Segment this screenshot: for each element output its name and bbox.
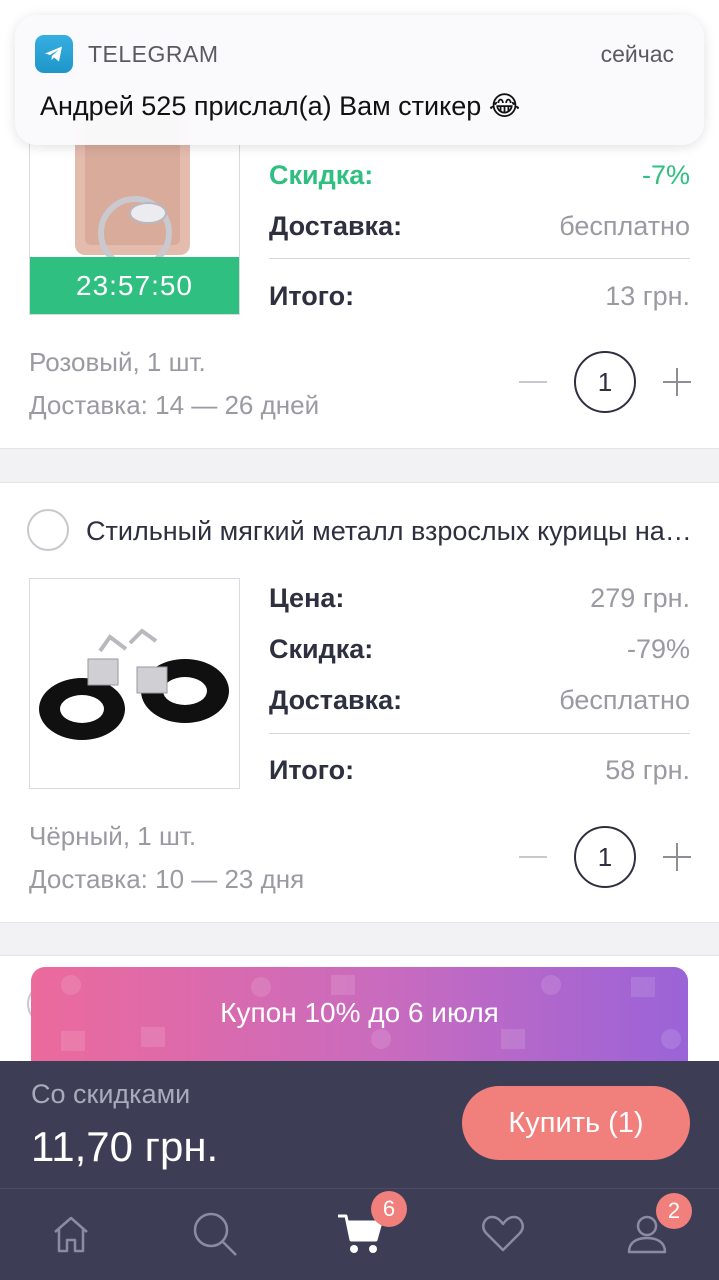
discount-row: Скидка: -7% (269, 157, 690, 193)
decrease-button[interactable] (519, 381, 547, 383)
price-value: 279 грн. (590, 582, 690, 613)
quantity-value[interactable]: 1 (574, 351, 636, 413)
telegram-icon (35, 35, 73, 73)
delivery-label: Доставка: (269, 210, 403, 241)
variant-text: Розовый, 1 шт. (29, 347, 206, 377)
divider (269, 733, 690, 734)
tab-search[interactable] (190, 1209, 240, 1259)
tab-favorites[interactable] (478, 1209, 528, 1259)
discount-value: -7% (641, 159, 690, 190)
checkout-bar: Со скидками 11,70 грн. Купить (1) (0, 1061, 719, 1188)
discount-label: Скидка: (269, 633, 374, 664)
shipping-time: Доставка: 14 — 26 дней (29, 390, 320, 420)
buy-button[interactable]: Купить (1) (462, 1086, 690, 1160)
increase-button[interactable] (663, 843, 691, 871)
discount-row: Скидка: -79% (269, 631, 690, 667)
product-title[interactable]: Стильный мягкий металл взрослых курицы н… (86, 516, 696, 547)
cart-item: Стильный мягкий металл взрослых курицы н… (0, 482, 719, 923)
profile-badge: 2 (656, 1193, 692, 1229)
divider (269, 258, 690, 259)
notification-message: Андрей 525 прислал(а) Вам стикер 😂 (40, 91, 521, 121)
handcuffs-image (39, 628, 229, 740)
discount-label: Со скидками (31, 1079, 191, 1109)
countdown-timer: 23:57:50 (30, 257, 239, 314)
quantity-stepper: 1 (519, 351, 691, 413)
delivery-row: Доставка: бесплатно (269, 208, 690, 244)
total-value: 58 грн. (605, 754, 690, 785)
tab-cart[interactable]: 6 (335, 1191, 407, 1259)
quantity-value[interactable]: 1 (574, 826, 636, 888)
tab-profile[interactable]: 2 (622, 1193, 692, 1259)
quantity-stepper: 1 (519, 826, 691, 888)
delivery-value: бесплатно (559, 684, 690, 715)
tab-bar: 6 2 (0, 1188, 719, 1280)
delivery-value: бесплатно (559, 210, 690, 241)
cart-badge: 6 (371, 1191, 407, 1227)
coupon-text: Купон 10% до 6 июля (220, 997, 499, 1028)
total-label: Итого: (269, 754, 355, 785)
price-row: Цена: 279 грн. (269, 580, 690, 616)
search-icon (193, 1212, 237, 1256)
increase-button[interactable] (663, 368, 691, 396)
tab-home[interactable] (46, 1209, 96, 1259)
variant-text: Чёрный, 1 шт. (29, 821, 197, 851)
delivery-row: Доставка: бесплатно (269, 682, 690, 718)
shipping-time: Доставка: 10 — 23 дня (29, 864, 305, 894)
discount-value: -79% (626, 633, 690, 664)
notification-app-name: TELEGRAM (88, 41, 219, 67)
discount-label: Скидка: (269, 159, 374, 190)
coupon-banner[interactable]: Купон 10% до 6 июля (31, 967, 688, 1067)
select-checkbox[interactable] (27, 509, 69, 551)
home-icon (54, 1216, 88, 1253)
price-label: Цена: (269, 582, 345, 613)
delivery-label: Доставка: (269, 684, 403, 715)
total-label: Итого: (269, 280, 355, 311)
decrease-button[interactable] (519, 856, 547, 858)
notification-time: сейчас (600, 41, 674, 67)
order-total: 11,70 грн. (31, 1123, 219, 1170)
telegram-notification[interactable]: TELEGRAM сейчас Андрей 525 прислал(а) Ва… (15, 15, 704, 145)
total-value: 13 грн. (605, 280, 690, 311)
total-row: Итого: 13 грн. (269, 278, 690, 314)
heart-icon (482, 1215, 524, 1252)
total-row: Итого: 58 грн. (269, 752, 690, 788)
product-image[interactable] (29, 578, 240, 789)
